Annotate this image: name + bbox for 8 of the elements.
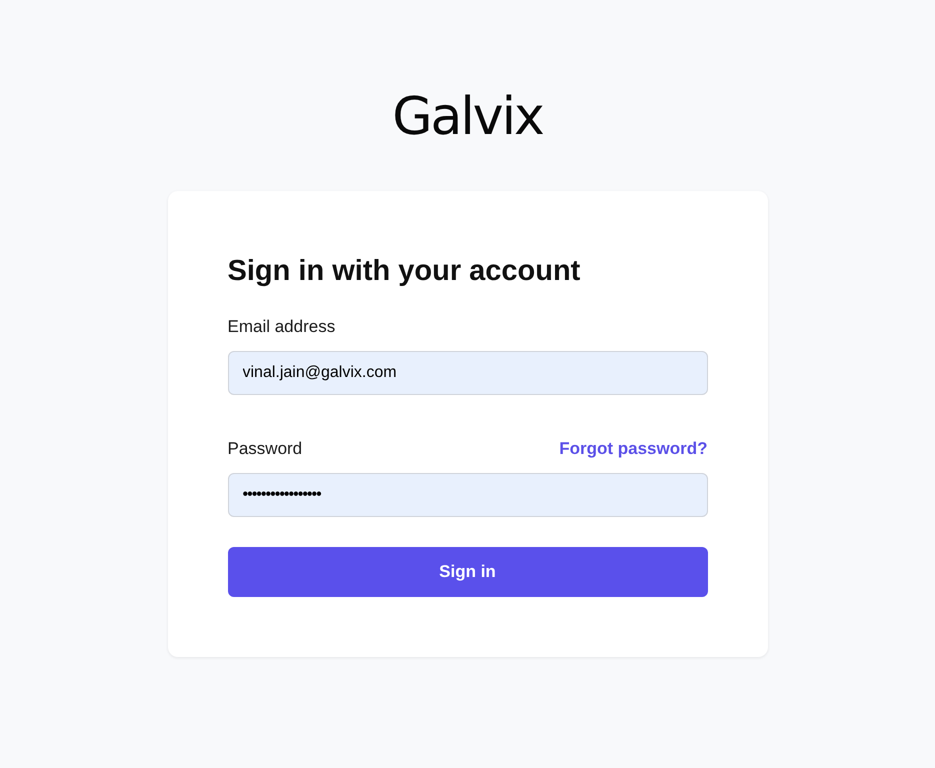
email-field[interactable]: vinal.jain@galvix.com xyxy=(228,351,708,395)
logo: Galvix xyxy=(392,86,543,148)
forgot-password-link[interactable]: Forgot password? xyxy=(559,439,708,459)
password-label: Password xyxy=(228,439,302,459)
sign-in-button[interactable]: Sign in xyxy=(228,547,708,597)
email-label: Email address xyxy=(228,317,336,337)
password-field[interactable]: ••••••••••••••••• xyxy=(228,473,708,517)
form-title: Sign in with your account xyxy=(228,254,582,289)
